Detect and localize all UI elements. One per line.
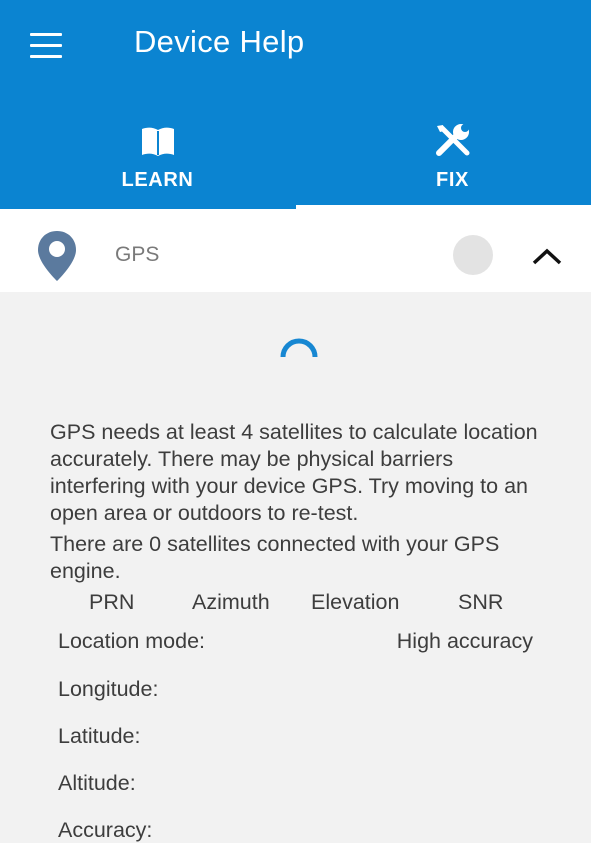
app-bar: Device Help LEARN FIX [0, 0, 591, 209]
app-title: Device Help [134, 24, 305, 59]
menu-button[interactable] [30, 33, 63, 59]
loading-spinner [280, 338, 318, 358]
accuracy-label: Accuracy: [58, 818, 153, 842]
satellites-connected-message: There are 0 satellites connected with yo… [50, 532, 500, 583]
tab-learn-label: LEARN [121, 169, 194, 191]
column-snr: SNR [458, 590, 504, 614]
location-mode-value: High accuracy [396, 629, 533, 653]
latitude-label: Latitude: [58, 724, 141, 748]
column-azimuth: Azimuth [192, 590, 270, 614]
hamburger-menu-icon-bar [30, 44, 62, 47]
hamburger-menu-icon [30, 33, 62, 36]
chevron-up-icon[interactable] [530, 245, 564, 267]
longitude-label: Longitude: [58, 677, 159, 701]
gps-status-indicator [453, 235, 493, 275]
tab-fix[interactable]: FIX [305, 118, 591, 209]
column-elevation: Elevation [311, 590, 400, 614]
tab-fix-label: FIX [436, 169, 469, 191]
satellite-requirement-message: GPS needs at least 4 satellites to calcu… [50, 420, 538, 525]
tab-learn[interactable]: LEARN [10, 118, 305, 209]
location-pin-icon [38, 231, 76, 281]
altitude-label: Altitude: [58, 771, 136, 795]
column-prn: PRN [89, 590, 135, 614]
location-mode-label: Location mode: [58, 629, 206, 653]
open-book-icon [141, 127, 174, 156]
gps-label: GPS [115, 243, 160, 266]
gps-section-header[interactable]: GPS [0, 209, 591, 292]
hamburger-menu-icon-bar [30, 55, 62, 58]
tools-icon [435, 124, 469, 156]
